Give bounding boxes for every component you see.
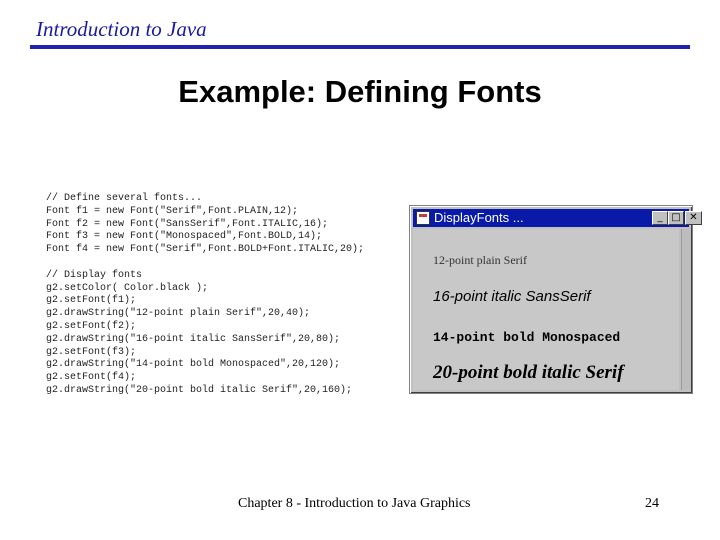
window-title-bar[interactable]: DisplayFonts ... _ □ ✕	[413, 209, 702, 227]
code-line: g2.setFont(f1);	[46, 295, 137, 307]
sample-italic-sansserif: 16-point italic SansSerif	[433, 288, 591, 305]
code-line: Font f4 = new Font("Serif",Font.BOLD+Fon…	[46, 244, 365, 256]
header-title: Introduction to Java	[36, 17, 207, 41]
code-listing: // Define several fonts... Font f1 = new …	[46, 193, 364, 398]
code-line: g2.drawString("14-point bold Monospaced"…	[46, 359, 341, 371]
code-line: g2.drawString("16-point italic SansSerif…	[46, 333, 341, 345]
minimize-button[interactable]: _	[652, 211, 668, 225]
footer-chapter-text: Chapter 8 - Introduction to Java Graphic…	[238, 496, 471, 511]
app-icon[interactable]	[416, 211, 430, 225]
code-line: Font f2 = new Font("SansSerif",Font.ITAL…	[46, 218, 329, 230]
font-canvas: 12-point plain Serif 16-point italic San…	[413, 229, 679, 390]
display-fonts-window[interactable]: DisplayFonts ... _ □ ✕ 12-point plain Se…	[409, 205, 702, 394]
code-line: g2.drawString("12-point plain Serif",20,…	[46, 308, 311, 320]
sample-bold-italic-serif: 20-point bold italic Serif	[433, 362, 624, 383]
code-line: g2.drawString("20-point bold italic Seri…	[46, 384, 353, 396]
window-title: DisplayFonts ...	[434, 210, 524, 225]
code-line: g2.setColor( Color.black );	[46, 282, 209, 294]
header-divider	[30, 45, 690, 49]
sample-bold-monospaced: 14-point bold Monospaced	[433, 330, 621, 345]
close-button[interactable]: ✕	[685, 211, 702, 225]
code-line: g2.setFont(f4);	[46, 372, 137, 384]
code-line: // Display fonts	[46, 269, 143, 281]
code-line: Font f3 = new Font("Monospaced",Font.BOL…	[46, 231, 323, 243]
maximize-button[interactable]: □	[668, 211, 684, 225]
code-line: // Define several fonts...	[46, 193, 203, 204]
code-line: g2.setFont(f3);	[46, 346, 137, 358]
window-scroll-edge[interactable]	[681, 229, 691, 390]
sample-plain-serif: 12-point plain Serif	[433, 253, 527, 267]
slide-title: Example: Defining Fonts	[178, 74, 542, 109]
page-number: 24	[645, 496, 659, 511]
code-line: g2.setFont(f2);	[46, 320, 137, 332]
code-line: Font f1 = new Font("Serif",Font.PLAIN,12…	[46, 205, 299, 217]
